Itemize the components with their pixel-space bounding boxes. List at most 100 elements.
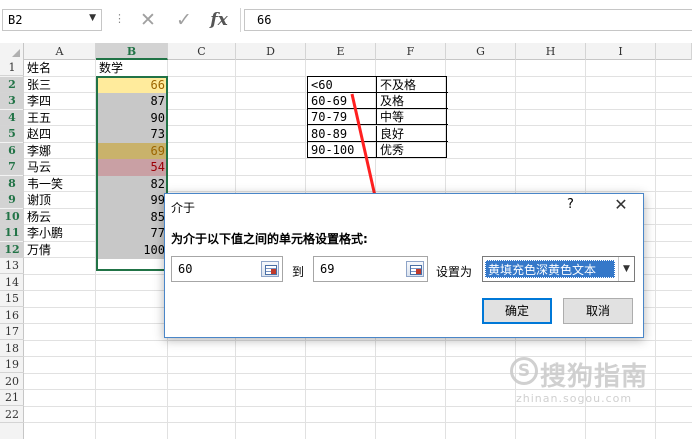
score-cell[interactable]: 77 [96, 225, 168, 242]
column-header-h[interactable]: H [516, 43, 586, 60]
row-header-16[interactable]: 16 [0, 308, 24, 324]
set-as-label: 设置为 [436, 265, 473, 279]
gridline [24, 372, 692, 374]
gridline [24, 389, 692, 390]
grade-range-cell[interactable]: 80-89 [308, 125, 377, 142]
grade-label-cell[interactable]: 及格 [377, 93, 447, 109]
column-header-a[interactable]: A [24, 43, 96, 60]
from-value: 60 [178, 262, 193, 276]
cancel-icon[interactable]: ✕ [136, 8, 160, 32]
score-cell[interactable]: 82 [96, 175, 168, 193]
dialog-title: 介于 [171, 201, 196, 215]
row-header-21[interactable]: 21 [0, 390, 24, 406]
row-header-4[interactable]: 4 [0, 109, 24, 126]
insert-function-icon[interactable]: fx [207, 8, 231, 32]
column-header-e[interactable]: E [306, 43, 376, 60]
row-header-9[interactable]: 9 [0, 192, 24, 208]
chevron-down-icon[interactable]: ▼ [618, 257, 634, 281]
row-header-2[interactable]: 2 [0, 76, 24, 93]
select-all-corner[interactable] [0, 43, 24, 60]
grade-label-cell[interactable]: 不及格 [377, 77, 447, 93]
column-header-i[interactable]: I [586, 43, 656, 60]
name-cell[interactable]: 马云 [24, 159, 96, 176]
grade-range-cell[interactable]: 90-100 [308, 141, 377, 158]
score-cell[interactable]: 54 [96, 159, 168, 176]
score-cell[interactable]: 66 [96, 76, 168, 94]
name-box[interactable]: B2 ▼ [2, 9, 102, 31]
row-header-8[interactable]: 8 [0, 175, 24, 192]
row-header-1[interactable]: 1 [0, 60, 24, 76]
score-cell[interactable]: 69 [96, 142, 168, 160]
row-header-17[interactable]: 17 [0, 324, 24, 340]
column-header-d[interactable]: D [236, 43, 306, 60]
gridline [24, 356, 692, 357]
score-cell[interactable]: 90 [96, 109, 168, 127]
ok-button[interactable]: 确定 [482, 298, 552, 324]
name-cell[interactable]: 李小鹏 [24, 225, 96, 242]
score-cell[interactable]: 87 [96, 93, 168, 110]
name-cell[interactable]: 万倩 [24, 242, 96, 259]
chevron-down-icon[interactable]: ▼ [89, 13, 96, 23]
row-header-13[interactable]: 13 [0, 258, 24, 274]
row-header-11[interactable]: 11 [0, 225, 24, 241]
row-header-7[interactable]: 7 [0, 159, 24, 175]
row-header-6[interactable]: 6 [0, 142, 24, 159]
row-header-18[interactable]: 18 [0, 341, 24, 357]
row-header-5[interactable]: 5 [0, 126, 24, 142]
formula-input[interactable]: 66 [244, 9, 692, 31]
name-cell[interactable]: 王五 [24, 110, 96, 127]
column-header-g[interactable]: G [446, 43, 516, 60]
column-header-c[interactable]: C [168, 43, 236, 60]
column-header-b[interactable]: B [96, 43, 168, 60]
name-cell[interactable]: 杨云 [24, 209, 96, 226]
row-header-15[interactable]: 15 [0, 291, 24, 307]
row-header-14[interactable]: 14 [0, 275, 24, 291]
grade-range-cell[interactable]: 70-79 [308, 109, 377, 126]
close-icon[interactable]: ✕ [610, 195, 632, 214]
cancel-button[interactable]: 取消 [563, 298, 633, 324]
from-value-input[interactable]: 60 [171, 256, 283, 282]
row-header-10[interactable]: 10 [0, 208, 24, 225]
name-cell[interactable]: 李娜 [24, 143, 96, 160]
to-value: 69 [320, 262, 335, 276]
name-cell[interactable]: 韦一笑 [24, 176, 96, 193]
range-picker-icon[interactable] [406, 261, 424, 277]
row-header-22[interactable]: 22 [0, 407, 24, 423]
between-dialog: 介于 ? ✕ 为介于以下值之间的单元格设置格式: 60 到 69 设置为 黄填充… [164, 193, 644, 338]
row-header-20[interactable]: 20 [0, 374, 24, 390]
format-select[interactable]: 黄填充色深黄色文本 ▼ [482, 256, 635, 282]
gridline [24, 339, 692, 341]
formula-value: 66 [257, 13, 272, 27]
more-icon: ⋮ [114, 12, 125, 25]
name-cell[interactable]: 张三 [24, 77, 96, 94]
header-cell-score[interactable]: 数学 [96, 60, 168, 77]
to-value-input[interactable]: 69 [313, 256, 428, 282]
grade-label-cell[interactable]: 良好 [377, 126, 447, 142]
row-header-12[interactable]: 12 [0, 241, 24, 258]
score-cell[interactable]: 85 [96, 208, 168, 226]
grade-row: 90-100 优秀 [308, 141, 448, 158]
score-cell[interactable]: 99 [96, 192, 168, 209]
grade-label-cell[interactable]: 优秀 [377, 142, 447, 158]
grade-range-cell[interactable]: <60 [308, 77, 377, 93]
enter-icon[interactable]: ✓ [172, 8, 196, 32]
gridline [24, 405, 692, 407]
grade-label-cell[interactable]: 中等 [377, 109, 447, 125]
row-header-19[interactable]: 19 [0, 357, 24, 373]
help-icon[interactable]: ? [567, 197, 574, 212]
range-picker-icon[interactable] [261, 261, 279, 277]
column-header-f[interactable]: F [376, 43, 446, 60]
format-selected-value: 黄填充色深黄色文本 [485, 260, 615, 278]
grade-range-cell[interactable]: 60-69 [308, 93, 377, 110]
name-cell[interactable]: 赵四 [24, 126, 96, 143]
name-box-value: B2 [8, 13, 23, 27]
score-cell[interactable]: 73 [96, 126, 168, 143]
row-header-3[interactable]: 3 [0, 93, 24, 109]
header-cell-name[interactable]: 姓名 [24, 60, 96, 77]
grade-row: 60-69 及格 [308, 93, 448, 110]
name-cell[interactable]: 谢顶 [24, 192, 96, 209]
gridline [655, 60, 656, 439]
name-cell[interactable]: 李四 [24, 93, 96, 110]
score-cell[interactable]: 100 [96, 241, 168, 259]
formula-bar: B2 ▼ ⋮ ✕ ✓ fx 66 [0, 0, 692, 40]
